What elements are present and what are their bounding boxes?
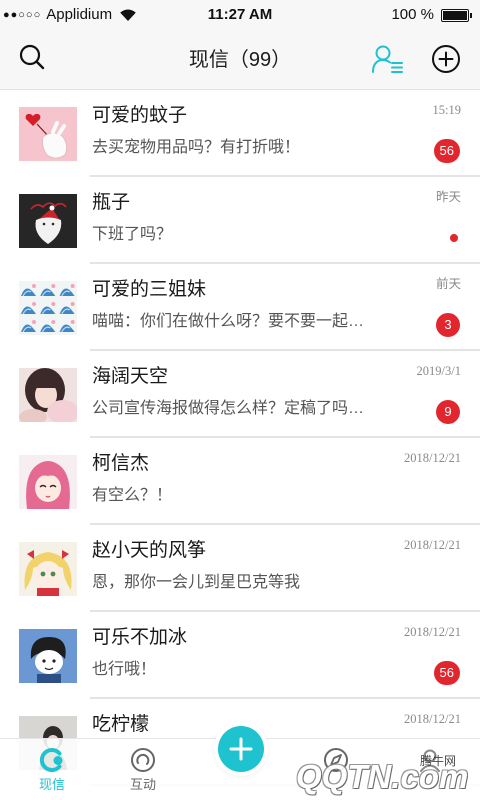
conversation-item[interactable]: 可乐不加冰 也行哦！ 2018/12/21 56 bbox=[0, 612, 480, 699]
interaction-icon bbox=[129, 746, 157, 774]
message-time: 15:19 bbox=[432, 103, 461, 117]
avatar[interactable] bbox=[19, 542, 77, 596]
unread-badge: 9 bbox=[436, 400, 460, 424]
message-time: 2018/12/21 bbox=[404, 712, 461, 726]
contact-name: 瓶子 bbox=[92, 192, 131, 213]
avatar[interactable] bbox=[19, 281, 77, 335]
page-title: 现信（99） bbox=[188, 49, 292, 71]
contact-name: 海阔天空 bbox=[92, 366, 169, 387]
tab-label: 现信 bbox=[38, 777, 65, 792]
conversation-item[interactable]: 海阔天空 公司宣传海报做得怎么样？定稿了吗… 2019/3/1 9 bbox=[0, 351, 480, 438]
avatar[interactable] bbox=[19, 107, 77, 161]
compose-button[interactable] bbox=[218, 726, 264, 772]
conversation-list[interactable]: 可爱的蚊子 去买宠物用品吗？有打折哦！ 15:19 56 瓶子 下班了吗？ 昨天 bbox=[0, 90, 480, 800]
avatar[interactable] bbox=[19, 194, 77, 248]
last-message: 去买宠物用品吗？有打折哦！ bbox=[92, 139, 301, 156]
status-bar: ●●○○○ Applidium 11:27 AM 100 % bbox=[0, 0, 480, 30]
avatar[interactable] bbox=[19, 455, 77, 509]
last-message: 喵喵：你们在做什么呀？要不要一起… bbox=[92, 313, 365, 330]
last-message: 也行哦！ bbox=[92, 661, 157, 678]
unread-dot bbox=[450, 234, 458, 242]
nav-header: 现信（99） bbox=[0, 30, 480, 90]
avatar[interactable] bbox=[19, 368, 77, 422]
contact-name: 可爱的蚊子 bbox=[92, 105, 188, 126]
tab-interaction[interactable]: 互动 bbox=[98, 739, 188, 800]
plus-icon bbox=[218, 726, 264, 772]
add-circle-icon[interactable] bbox=[431, 44, 461, 74]
conversation-item[interactable]: 可爱的三姐妹 喵喵：你们在做什么呀？要不要一起… 前天 3 bbox=[0, 264, 480, 351]
contact-name: 可爱的三姐妹 bbox=[92, 279, 207, 300]
unread-badge: 56 bbox=[433, 661, 460, 685]
contact-name: 赵小天的风筝 bbox=[92, 540, 207, 561]
contact-name: 柯信杰 bbox=[92, 453, 150, 474]
last-message: 有空么？！ bbox=[92, 487, 173, 504]
conversation-item[interactable]: 柯信杰 有空么？！ 2018/12/21 bbox=[0, 438, 480, 525]
last-message: 下班了吗？ bbox=[92, 226, 173, 243]
tab-messages[interactable]: 现信 bbox=[7, 739, 97, 800]
app-root: ●●○○○ Applidium 11:27 AM 100 % 现信（99） 可爱… bbox=[0, 0, 480, 800]
unread-badge: 56 bbox=[433, 139, 460, 163]
message-time: 昨天 bbox=[435, 190, 461, 204]
message-time: 2019/3/1 bbox=[416, 364, 461, 378]
message-time: 2018/12/21 bbox=[404, 625, 461, 639]
conversation-item[interactable]: 可爱的蚊子 去买宠物用品吗？有打折哦！ 15:19 56 bbox=[0, 90, 480, 177]
watermark-label: 腾牛网 bbox=[420, 754, 457, 768]
contacts-icon[interactable] bbox=[371, 44, 405, 74]
chat-icon bbox=[38, 746, 66, 774]
message-time: 前天 bbox=[435, 277, 461, 291]
battery-percent: 100 % bbox=[391, 6, 434, 23]
battery-icon bbox=[441, 9, 472, 22]
tab-label: 互动 bbox=[129, 777, 156, 792]
avatar[interactable] bbox=[19, 629, 77, 683]
conversation-item[interactable]: 瓶子 下班了吗？ 昨天 bbox=[0, 177, 480, 264]
conversation-item[interactable]: 赵小天的风筝 恩，那你一会儿到星巴克等我 2018/12/21 bbox=[0, 525, 480, 612]
last-message: 公司宣传海报做得怎么样？定稿了吗… bbox=[92, 400, 365, 417]
unread-badge: 3 bbox=[436, 313, 460, 337]
message-time: 2018/12/21 bbox=[404, 451, 461, 465]
contact-name: 可乐不加冰 bbox=[92, 627, 188, 648]
last-message: 恩，那你一会儿到星巴克等我 bbox=[92, 574, 301, 591]
contact-name: 吃柠檬 bbox=[92, 714, 150, 735]
message-time: 2018/12/21 bbox=[404, 538, 461, 552]
